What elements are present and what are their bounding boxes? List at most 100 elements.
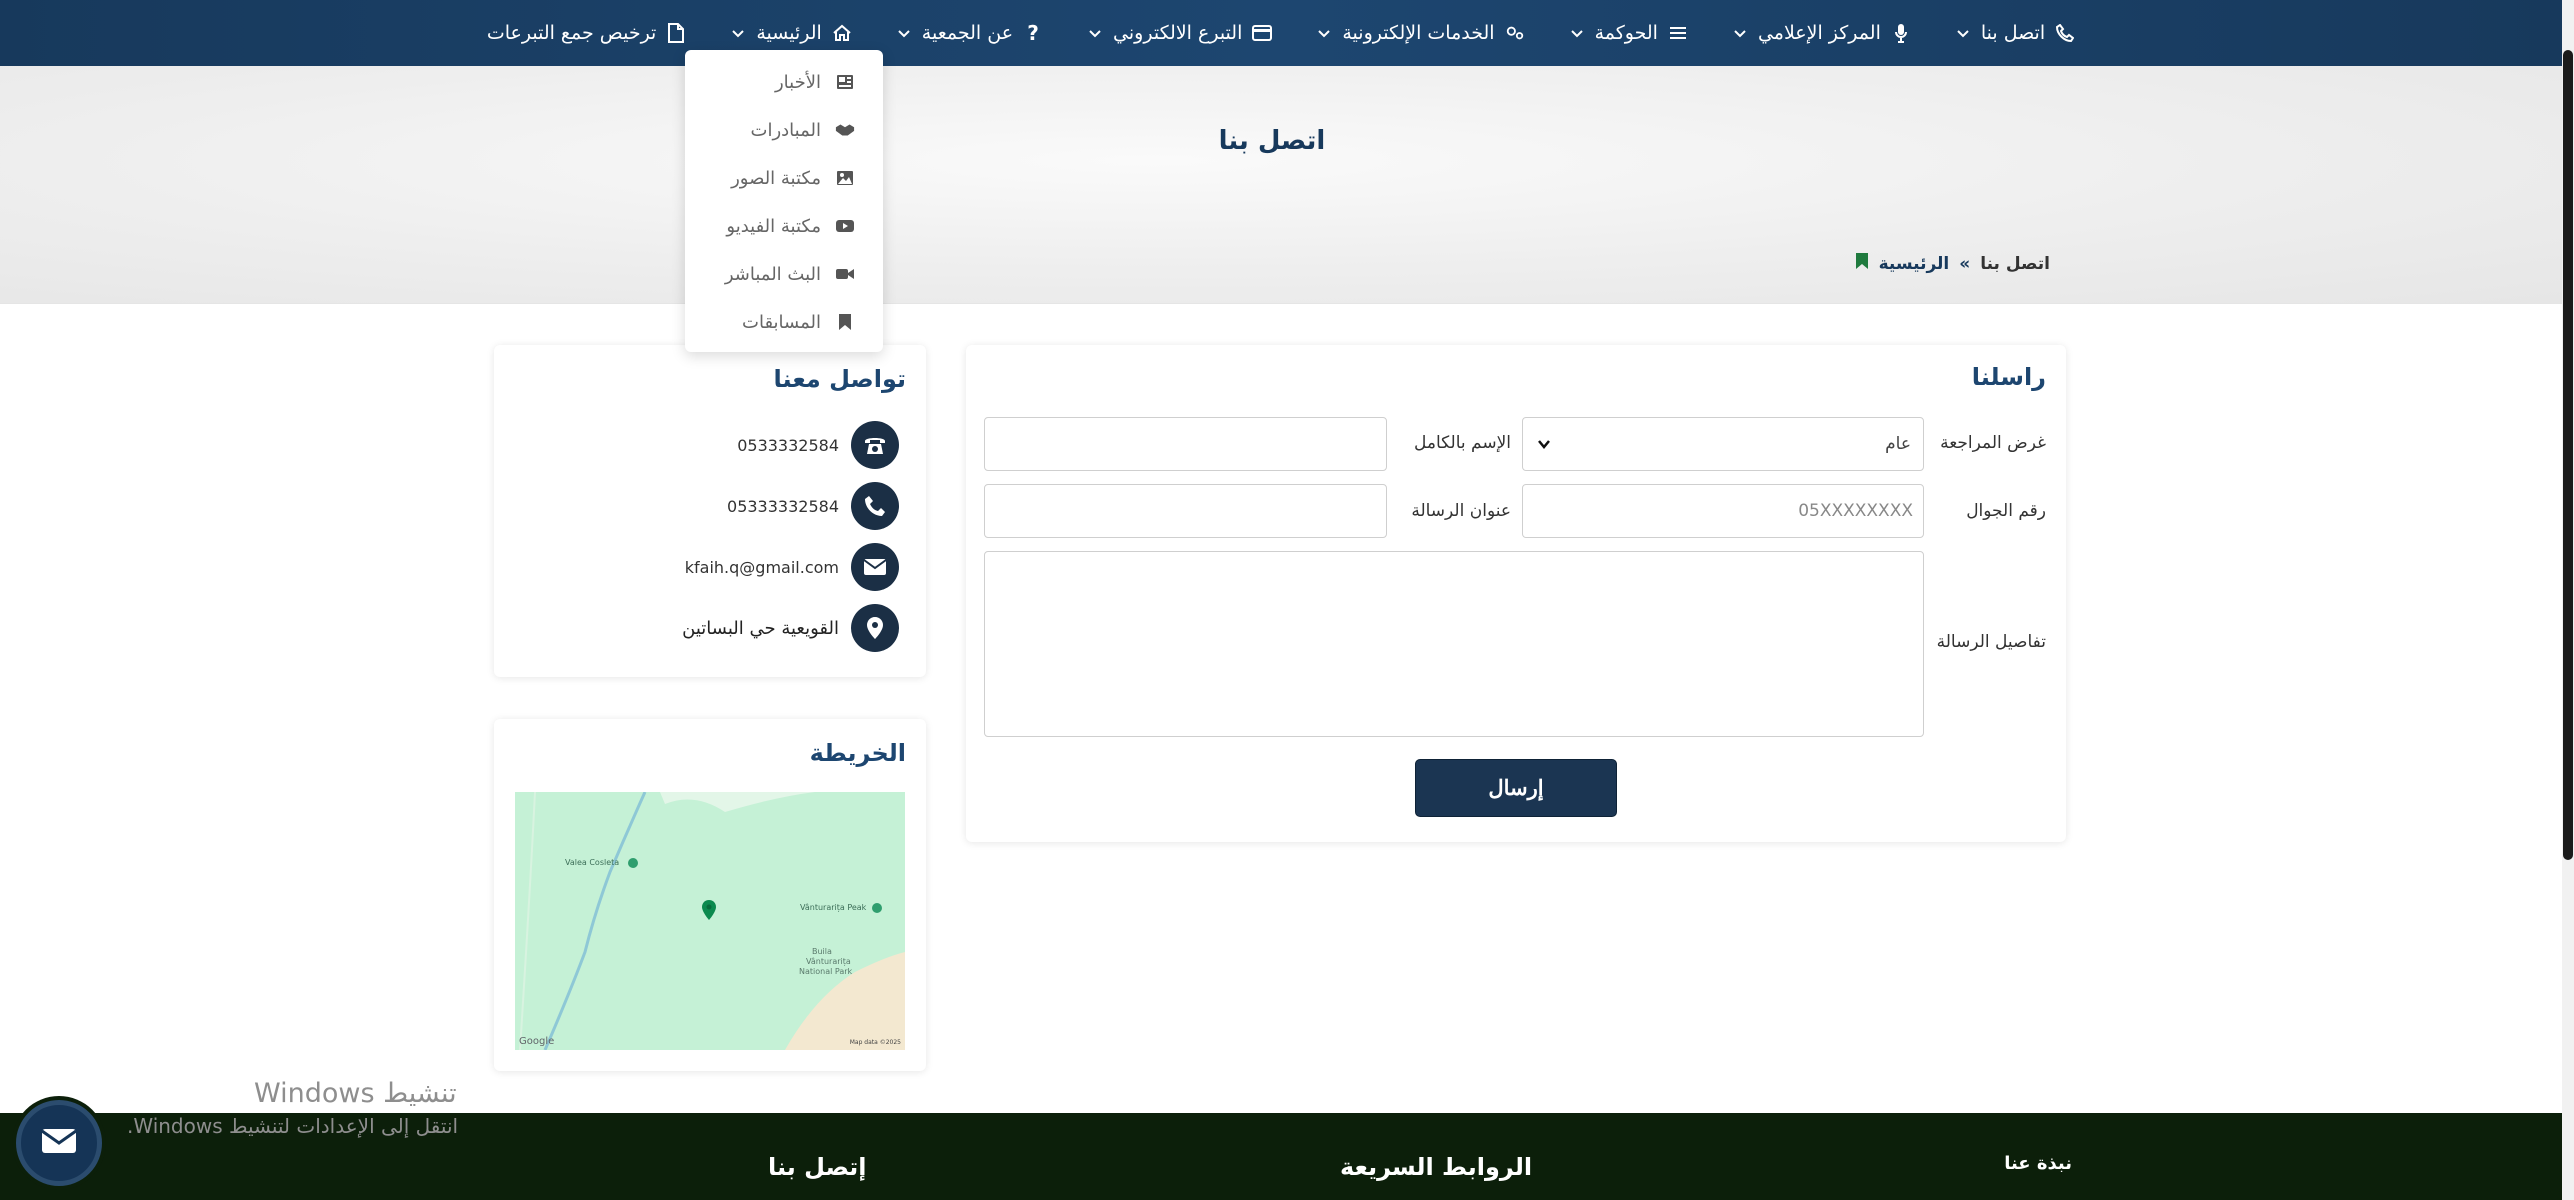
chevron-down-icon	[1316, 25, 1332, 41]
nav-label: ترخيص جمع التبرعات	[486, 22, 657, 44]
contact-phone[interactable]: 0533332584	[737, 436, 839, 455]
nav-item-e-donation[interactable]: التبرع الالكتروني	[1065, 0, 1294, 66]
fullname-input[interactable]	[984, 417, 1387, 471]
envelope-icon	[851, 543, 899, 591]
send-button[interactable]: إرسال	[1415, 759, 1617, 817]
nav-item-about[interactable]: ? عن الجمعية	[874, 0, 1065, 66]
footer-contact-heading: إتصل بنا	[768, 1153, 867, 1181]
dropdown-item-photo-library[interactable]: مكتبة الصور	[685, 154, 883, 202]
footer-quick-links-heading: الروابط السريعة	[1340, 1153, 1533, 1181]
subject-input[interactable]	[984, 484, 1387, 538]
details-textarea[interactable]	[984, 551, 1924, 737]
mobile-input[interactable]	[1522, 484, 1924, 538]
breadcrumb-home-link[interactable]: الرئيسية	[1879, 254, 1950, 274]
nav-label: التبرع الالكتروني	[1113, 22, 1243, 44]
purpose-label: غرض المراجعة	[1940, 433, 2046, 453]
nav-label: اتصل بنا	[1980, 22, 2046, 44]
footer-about-heading: نبذة عنا	[2004, 1153, 2072, 1174]
map-label-park-1: Buila	[812, 947, 832, 956]
nav-label: الخدمات الإلكترونية	[1342, 22, 1495, 44]
contact-email[interactable]: kfaih.q@gmail.com	[685, 558, 839, 577]
credit-card-icon	[1252, 23, 1273, 43]
chevron-down-icon	[1087, 25, 1103, 41]
breadcrumb: الرئيسية » اتصل بنا	[1855, 252, 2050, 275]
contact-title: تواصل معنا	[773, 365, 906, 393]
chevron-down-icon	[730, 25, 746, 41]
subject-label: عنوان الرسالة	[1411, 501, 1511, 521]
chevron-down-icon	[1569, 25, 1585, 41]
nav-label: المركز الإعلامي	[1757, 22, 1881, 44]
details-label: تفاصيل الرسالة	[1936, 632, 2046, 652]
page-title: اتصل بنا	[1218, 126, 1326, 156]
dropdown-label: مكتبة الصور	[731, 167, 821, 189]
main-navbar: ترخيص جمع التبرعات الرئيسية ? عن الجمعية…	[0, 0, 2562, 66]
dropdown-item-initiatives[interactable]: المبادرات	[685, 106, 883, 154]
contact-address: القويعية حي البساتين	[682, 617, 839, 639]
contact-mobile-row: 05333332584	[727, 482, 899, 530]
nav-label: عن الجمعية	[921, 22, 1014, 44]
bookmark-icon	[1855, 252, 1869, 275]
chevron-down-icon	[1535, 436, 1551, 452]
map-credit: Map data ©2025	[849, 1039, 901, 1046]
video-camera-icon	[835, 264, 855, 284]
windows-activation-subtitle: انتقل إلى الإعدادات لتنشيط Windows.	[127, 1114, 459, 1138]
dropdown-label: المسابقات	[742, 311, 821, 333]
contact-email-row: kfaih.q@gmail.com	[685, 543, 899, 591]
dropdown-item-video-library[interactable]: مكتبة الفيديو	[685, 202, 883, 250]
dropdown-label: الأخبار	[774, 71, 821, 93]
map-label-park-2: Vânturarița	[806, 957, 851, 966]
form-title: راسلنا	[1971, 363, 2046, 391]
dropdown-label: المبادرات	[750, 119, 821, 141]
home-icon	[832, 23, 852, 43]
map-poi-icon	[872, 903, 882, 913]
dropdown-label: البث المباشر	[724, 263, 821, 285]
google-logo: Google	[519, 1036, 555, 1047]
microphone-icon	[1891, 23, 1911, 43]
contact-phone-row: 0533332584	[737, 421, 899, 469]
bookmark-icon	[835, 312, 855, 332]
contact-info-card: تواصل معنا 0533332584 05333332584 kfaih.…	[494, 345, 926, 677]
embedded-map[interactable]: Valea Cosleta Vânturarița Peak Buila Vân…	[515, 792, 905, 1050]
scrollbar-thumb[interactable]	[2563, 50, 2573, 860]
nav-item-media-center[interactable]: المركز الإعلامي	[1710, 0, 1933, 66]
dropdown-item-live-stream[interactable]: البث المباشر	[685, 250, 883, 298]
envelope-icon	[41, 1128, 77, 1158]
purpose-select[interactable]: عام	[1522, 417, 1924, 471]
message-fab-button[interactable]	[16, 1100, 102, 1186]
map-label-valea: Valea Cosleta	[565, 858, 620, 867]
windows-activation-title: تنشيط Windows	[254, 1078, 457, 1109]
question-icon: ?	[1027, 21, 1039, 45]
contact-mobile[interactable]: 05333332584	[727, 497, 839, 516]
handshake-icon	[835, 120, 855, 140]
chevron-down-icon	[896, 25, 912, 41]
map-label-park-3: National Park	[799, 967, 853, 976]
breadcrumb-current: اتصل بنا	[1980, 253, 2050, 274]
nav-label: الرئيسية	[756, 22, 822, 44]
media-center-dropdown: الأخبار المبادرات مكتبة الصور مكتبة الفي…	[685, 50, 883, 352]
fullname-label: الإسم بالكامل	[1413, 433, 1511, 453]
location-pin-icon	[851, 604, 899, 652]
nav-item-donations-license[interactable]: ترخيص جمع التبرعات	[465, 0, 708, 66]
contact-address-row: القويعية حي البساتين	[682, 604, 899, 652]
nav-label: الحوكمة	[1594, 22, 1658, 44]
dropdown-item-news[interactable]: الأخبار	[685, 58, 883, 106]
dropdown-label: مكتبة الفيديو	[726, 215, 821, 237]
phone-icon	[2055, 23, 2075, 43]
page-scrollbar[interactable]	[2562, 0, 2574, 1200]
map-label-peak: Vânturarița Peak	[800, 903, 867, 912]
map-card: الخريطة Valea Cosleta Vânturarița Peak B…	[494, 719, 926, 1071]
chevron-down-icon	[1732, 25, 1748, 41]
nav-item-contact[interactable]: اتصل بنا	[1933, 0, 2097, 66]
newspaper-icon	[835, 72, 855, 92]
telephone-icon	[851, 421, 899, 469]
map-marker-icon[interactable]	[701, 899, 717, 925]
map-title: الخريطة	[809, 739, 906, 767]
purpose-selected-value: عام	[1885, 434, 1911, 454]
contact-form-card: راسلنا غرض المراجعة عام الإسم بالكامل رق…	[966, 345, 2066, 842]
mobile-label: رقم الجوال	[1966, 501, 2046, 521]
youtube-icon	[835, 216, 855, 236]
dropdown-item-competitions[interactable]: المسابقات	[685, 298, 883, 346]
nav-item-governance[interactable]: الحوكمة	[1547, 0, 1710, 66]
nav-item-e-services[interactable]: الخدمات الإلكترونية	[1294, 0, 1546, 66]
page-hero: اتصل بنا الرئيسية » اتصل بنا	[0, 66, 2562, 304]
